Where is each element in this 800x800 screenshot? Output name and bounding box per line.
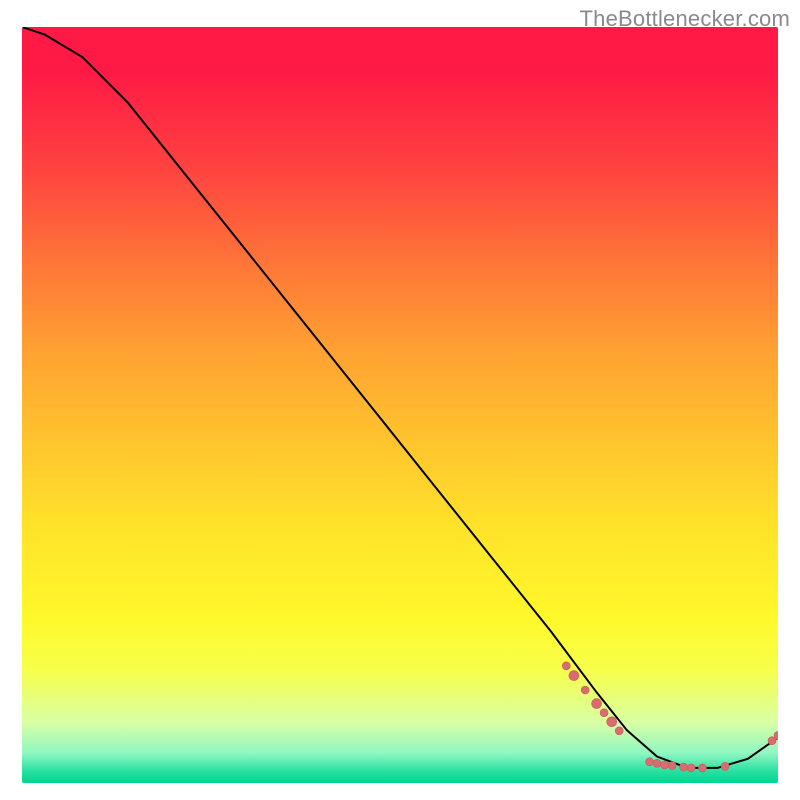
curve-marker (687, 764, 695, 772)
chart-root: TheBottlenecker.com (0, 0, 800, 800)
curve-marker (569, 671, 579, 681)
curve-marker (646, 758, 654, 766)
curve-layer (22, 27, 778, 783)
curve-marker (653, 759, 661, 767)
curve-marker (581, 686, 589, 694)
curve-marker (698, 764, 706, 772)
curve-marker (661, 761, 669, 769)
curve-marker (615, 727, 623, 735)
curve-marker (668, 762, 676, 770)
curve-markers (562, 662, 778, 772)
plot-area (22, 27, 778, 783)
curve-marker (592, 699, 602, 709)
curve-marker (600, 709, 608, 717)
curve-path (22, 27, 778, 768)
curve-marker (721, 762, 729, 770)
curve-marker (607, 717, 617, 727)
curve-marker (562, 662, 570, 670)
curve-marker (680, 763, 688, 771)
